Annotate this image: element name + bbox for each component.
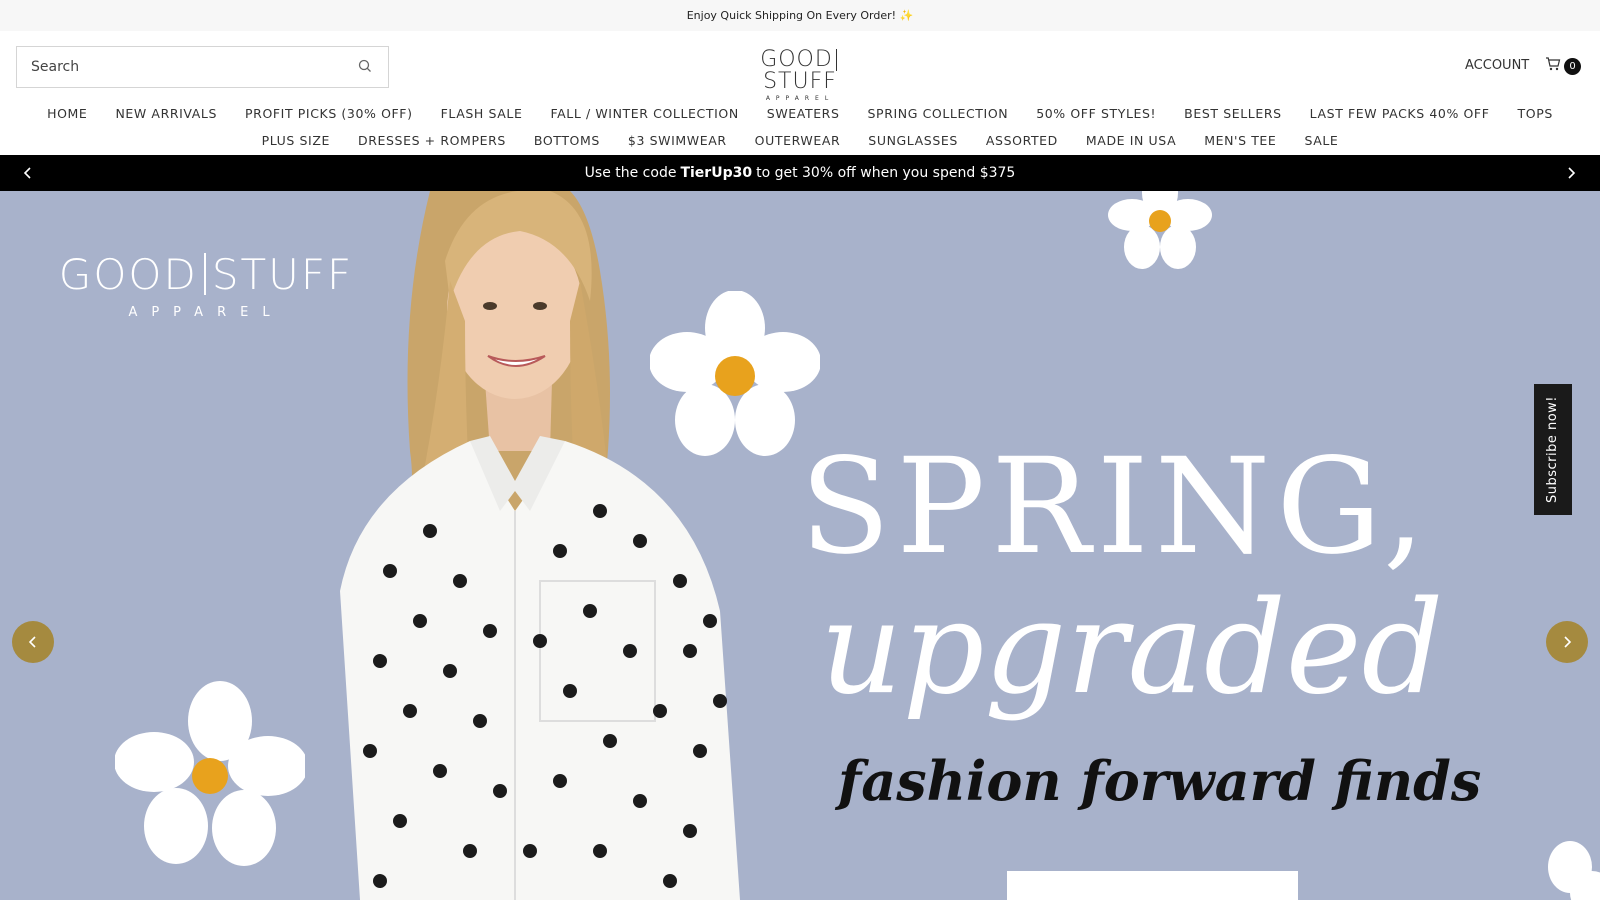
model-photo [340, 191, 740, 900]
headline-upgraded: upgraded [820, 574, 1444, 723]
nav-item-fall-winter[interactable]: FALL / WINTER COLLECTION [550, 106, 738, 121]
slide-next-button[interactable] [1546, 621, 1588, 663]
nav-item-outerwear[interactable]: OUTERWEAR [755, 133, 841, 148]
promo-code: TierUp30 [680, 165, 753, 181]
nav-item-sweaters[interactable]: SWEATERS [767, 106, 840, 121]
search-input[interactable] [31, 59, 358, 75]
promo-suffix: to get 30% off when you spend $375 [756, 165, 1016, 181]
site-logo[interactable]: GOODSTUFF APPAREL [725, 49, 875, 102]
nav-item-tops[interactable]: TOPS [1518, 106, 1553, 121]
main-navigation: HOME NEW ARRIVALS PROFIT PICKS (30% OFF)… [0, 101, 1600, 155]
nav-item-plus-size[interactable]: PLUS SIZE [262, 133, 330, 148]
chevron-left-icon [28, 636, 36, 648]
nav-item-last-few-packs[interactable]: LAST FEW PACKS 40% OFF [1310, 106, 1490, 121]
announcement-text: Enjoy Quick Shipping On Every Order! ✨ [686, 9, 914, 22]
search-icon[interactable] [358, 59, 374, 75]
site-header: GOODSTUFF APPAREL ACCOUNT 0 [0, 31, 1600, 102]
nav-item-home[interactable]: HOME [47, 106, 87, 121]
hero-tagline: fashion forward finds [838, 749, 1482, 813]
hero-logo-left: GOOD [58, 250, 198, 299]
daisy-decoration [1548, 841, 1600, 900]
nav-item-profit-picks[interactable]: PROFIT PICKS (30% OFF) [245, 106, 413, 121]
nav-item-sunglasses[interactable]: SUNGLASSES [868, 133, 958, 148]
cart-count-badge: 0 [1564, 57, 1581, 75]
daisy-decoration [1108, 191, 1212, 269]
headline-spring: SPRING, [800, 430, 1431, 584]
nav-item-bottoms[interactable]: BOTTOMS [534, 133, 600, 148]
promo-bar: Use the code TierUp30 to get 30% off whe… [0, 155, 1600, 191]
subscribe-label: Subscribe now! [1545, 395, 1561, 504]
shop-now-button[interactable] [1007, 871, 1298, 900]
nav-row-1: HOME NEW ARRIVALS PROFIT PICKS (30% OFF)… [0, 106, 1600, 121]
hero-banner[interactable]: GOOD STUFF APPAREL SPRING, upgraded fash… [0, 191, 1600, 900]
nav-item-sale[interactable]: SALE [1304, 133, 1338, 148]
nav-row-2: PLUS SIZE DRESSES + ROMPERS BOTTOMS $3 S… [0, 133, 1600, 148]
search-box[interactable] [16, 46, 389, 88]
hero-headline: SPRING, upgraded fashion forward finds [800, 441, 1481, 813]
nav-item-made-in-usa[interactable]: MADE IN USA [1086, 133, 1176, 148]
promo-prefix: Use the code [584, 165, 677, 181]
cart-icon [1545, 56, 1561, 76]
nav-item-flash-sale[interactable]: FLASH SALE [441, 106, 523, 121]
daisy-decoration [115, 681, 305, 866]
chevron-left-icon[interactable] [19, 164, 37, 182]
nav-item-swimwear[interactable]: $3 SWIMWEAR [628, 133, 727, 148]
nav-item-best-sellers[interactable]: BEST SELLERS [1184, 106, 1282, 121]
nav-item-dresses-rompers[interactable]: DRESSES + ROMPERS [358, 133, 506, 148]
slide-prev-button[interactable] [12, 621, 54, 663]
announcement-bar: Enjoy Quick Shipping On Every Order! ✨ [0, 0, 1600, 31]
nav-item-assorted[interactable]: ASSORTED [986, 133, 1058, 148]
nav-item-new-arrivals[interactable]: NEW ARRIVALS [115, 106, 217, 121]
chevron-right-icon [1564, 636, 1572, 648]
logo-text-right: STUFF [763, 69, 837, 94]
subscribe-tab[interactable]: Subscribe now! [1534, 384, 1572, 515]
nav-item-mens-tee[interactable]: MEN'S TEE [1204, 133, 1276, 148]
nav-item-50-off[interactable]: 50% OFF STYLES! [1036, 106, 1156, 121]
chevron-right-icon[interactable] [1562, 164, 1580, 182]
account-link[interactable]: ACCOUNT [1465, 58, 1529, 73]
cart-button[interactable]: 0 [1545, 56, 1581, 76]
nav-item-spring-collection[interactable]: SPRING COLLECTION [868, 106, 1009, 121]
